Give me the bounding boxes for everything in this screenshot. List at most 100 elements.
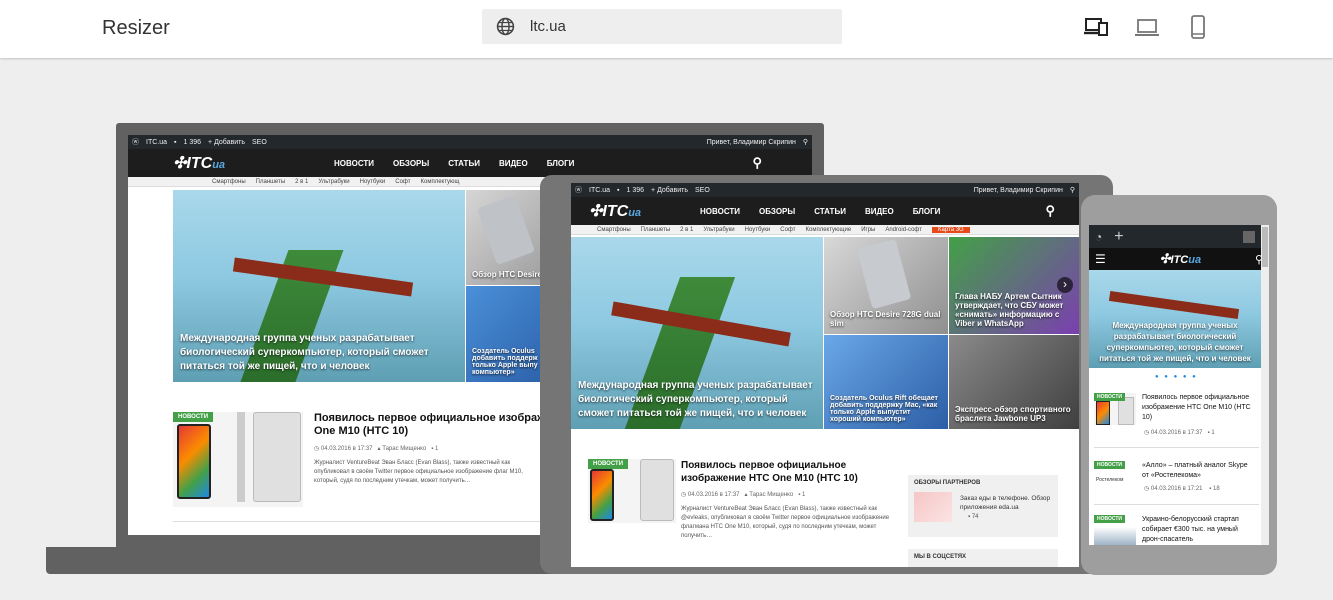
- plus-icon[interactable]: +: [1114, 228, 1123, 246]
- category-link[interactable]: Ноутбуки: [745, 227, 771, 233]
- comment-icon: ▪: [1207, 430, 1210, 436]
- news-badge: НОВОСТИ: [1094, 515, 1126, 523]
- category-link[interactable]: Планшеты: [256, 179, 285, 185]
- category-link[interactable]: Ноутбуки: [360, 179, 386, 185]
- nav-item-video[interactable]: ВИДЕО: [499, 159, 528, 168]
- wordpress-icon[interactable]: ⓦ: [132, 137, 139, 147]
- article-card[interactable]: НОВОСТИ Появилось первое официальное изо…: [173, 412, 553, 507]
- url-bar[interactable]: ltc.ua: [482, 9, 842, 44]
- partner-comments: ▪ 74: [968, 514, 979, 520]
- list-item[interactable]: НОВОСТИ Появилось первое официальное изо…: [1094, 393, 1259, 439]
- search-icon[interactable]: ⚲: [752, 155, 762, 171]
- wp-add-link[interactable]: + Добавить: [208, 139, 245, 146]
- article-title[interactable]: Появилось первое официальное изображение…: [681, 459, 901, 485]
- category-link[interactable]: Планшеты: [641, 227, 670, 233]
- list-item-title[interactable]: Появилось первое официальное изображение…: [1142, 393, 1252, 423]
- wp-seo-link[interactable]: SEO: [695, 187, 710, 194]
- hero-title[interactable]: Международная группа ученых разрабатывае…: [578, 379, 815, 421]
- comments-icon[interactable]: ▪: [617, 187, 619, 194]
- article-card[interactable]: НОВОСТИ Появилось первое официальное изо…: [588, 459, 898, 559]
- article-meta: ◷ 04.03.2016 в 17:37 ▴ Тарас Мищенко ▪ 1: [314, 446, 439, 452]
- article-title[interactable]: Появилось первое официальное изображе On…: [314, 412, 554, 438]
- hero-featured[interactable]: Международная группа ученых разрабатывае…: [1089, 270, 1261, 368]
- phone-image: [856, 238, 912, 310]
- list-item-title[interactable]: «Алло» – платный аналог Skype от «Ростел…: [1142, 461, 1252, 481]
- wp-admin-bar: ⓦ ITC.ua ▪ 1 396 + Добавить SEO Привет, …: [571, 183, 1079, 197]
- category-link[interactable]: Ультрабуки: [318, 179, 349, 185]
- wp-comments-count[interactable]: 1 396: [627, 187, 645, 194]
- dashboard-icon[interactable]: ◔: [1095, 230, 1102, 244]
- clock-icon: ◷: [681, 492, 687, 498]
- wp-comments-count[interactable]: 1 396: [184, 139, 202, 146]
- nav-item-blogs[interactable]: БЛОГИ: [547, 159, 575, 168]
- category-link[interactable]: Комплектующие: [806, 227, 852, 233]
- tile-review[interactable]: Обзор HTC Desire 728G dual sim: [824, 237, 948, 334]
- partner-link[interactable]: Заказ еды в телефоне. Обзор приложения e…: [960, 494, 1055, 512]
- list-item[interactable]: НОВОСТИ Ростелеком «Алло» – платный анал…: [1094, 461, 1259, 501]
- article-description: Журналист VentureBeat Эван Бласс (Evan B…: [314, 460, 523, 484]
- responsive-device-icon[interactable]: [1083, 14, 1109, 40]
- map-3g-tag[interactable]: Карта 3G: [931, 226, 970, 233]
- hero-title[interactable]: Международная группа ученых разрабатывае…: [1093, 320, 1257, 364]
- hero-title[interactable]: Международная группа ученых разрабатывае…: [180, 332, 457, 374]
- laptop-icon[interactable]: [1134, 14, 1160, 40]
- category-link[interactable]: Игры: [861, 227, 875, 233]
- search-icon[interactable]: ⚲: [1070, 186, 1075, 194]
- carousel-dots[interactable]: ● ● ● ● ●: [1155, 374, 1198, 380]
- site-logo[interactable]: ✣ITCua: [1160, 251, 1201, 267]
- news-badge: НОВОСТИ: [1094, 393, 1126, 401]
- phone-screen[interactable]: ◔ + ☰ ✣ITCua ⚲ Международная группа учен…: [1089, 225, 1269, 545]
- comments-icon[interactable]: ▪: [174, 139, 176, 146]
- nav-item-blogs[interactable]: БЛОГИ: [913, 207, 941, 216]
- nav-item-reviews[interactable]: ОБЗОРЫ: [393, 159, 429, 168]
- search-icon[interactable]: ⚲: [1045, 203, 1055, 219]
- category-link[interactable]: Софт: [395, 179, 410, 185]
- tile-caption: Создатель Oculus добавить поддерж только…: [472, 348, 538, 376]
- phone-icon[interactable]: [1185, 14, 1211, 40]
- globe-icon: [496, 17, 515, 36]
- tile-nabu[interactable]: Глава НАБУ Артем Сытник утверждает, что …: [949, 237, 1079, 334]
- search-icon[interactable]: ⚲: [803, 138, 808, 146]
- list-item-meta: ◷ 04.03.2016 в 17:21 ▪ 18: [1144, 486, 1220, 492]
- nav-item-video[interactable]: ВИДЕО: [865, 207, 894, 216]
- tile-caption: Создатель Oculus Rift обещает добавить п…: [830, 395, 938, 423]
- nav-item-articles[interactable]: СТАТЬИ: [814, 207, 846, 216]
- site-logo[interactable]: ✣ITCua: [173, 153, 225, 173]
- next-arrow-icon[interactable]: ›: [1057, 277, 1073, 293]
- wp-site-link[interactable]: ITC.ua: [146, 139, 167, 146]
- wp-site-link[interactable]: ITC.ua: [589, 187, 610, 194]
- category-link[interactable]: Android-софт: [885, 227, 922, 233]
- nav-item-news[interactable]: НОВОСТИ: [700, 207, 740, 216]
- hero-featured[interactable]: Международная группа ученых разрабатывае…: [571, 237, 823, 429]
- category-link[interactable]: 2 в 1: [680, 227, 693, 233]
- site-nav: ☰ ✣ITCua ⚲: [1089, 248, 1269, 270]
- nav-item-articles[interactable]: СТАТЬИ: [448, 159, 480, 168]
- hero-featured[interactable]: Международная группа ученых разрабатывае…: [173, 190, 465, 382]
- tile-oculus[interactable]: Создатель Oculus Rift обещает добавить п…: [824, 335, 948, 429]
- category-link[interactable]: Комплектующ: [421, 179, 460, 185]
- tile-jawbone[interactable]: Экспресс-обзор спортивного браслета Jawb…: [949, 335, 1079, 429]
- category-link[interactable]: Смартфоны: [597, 227, 631, 233]
- nav-item-news[interactable]: НОВОСТИ: [334, 159, 374, 168]
- wp-add-link[interactable]: + Добавить: [651, 187, 688, 194]
- list-item-title[interactable]: Украино-белорусский стартап собирает €30…: [1142, 515, 1254, 545]
- wp-admin-bar: ⓦ ITC.ua ▪ 1 396 + Добавить SEO Привет, …: [128, 135, 812, 149]
- nav-item-reviews[interactable]: ОБЗОРЫ: [759, 207, 795, 216]
- category-link[interactable]: 2 в 1: [295, 179, 308, 185]
- url-input[interactable]: ltc.ua: [530, 18, 566, 35]
- avatar[interactable]: [1243, 230, 1255, 243]
- list-item[interactable]: НОВОСТИ Украино-белорусский стартап соби…: [1094, 515, 1259, 545]
- category-link[interactable]: Смартфоны: [212, 179, 246, 185]
- wp-greeting[interactable]: Привет, Владимир Скрипин: [707, 139, 796, 146]
- site-logo[interactable]: ✣ITCua: [589, 201, 641, 221]
- category-link[interactable]: Софт: [780, 227, 795, 233]
- clock-icon: ◷: [1144, 486, 1150, 492]
- menu-icon[interactable]: ☰: [1095, 252, 1106, 266]
- category-link[interactable]: Ультрабуки: [703, 227, 734, 233]
- wp-seo-link[interactable]: SEO: [252, 139, 267, 146]
- tablet-screen[interactable]: ⓦ ITC.ua ▪ 1 396 + Добавить SEO Привет, …: [571, 183, 1079, 567]
- article-thumbnail: НОВОСТИ: [588, 459, 676, 523]
- scrollbar[interactable]: [1261, 225, 1269, 545]
- wordpress-icon[interactable]: ⓦ: [575, 185, 582, 195]
- wp-greeting[interactable]: Привет, Владимир Скрипин: [974, 187, 1063, 194]
